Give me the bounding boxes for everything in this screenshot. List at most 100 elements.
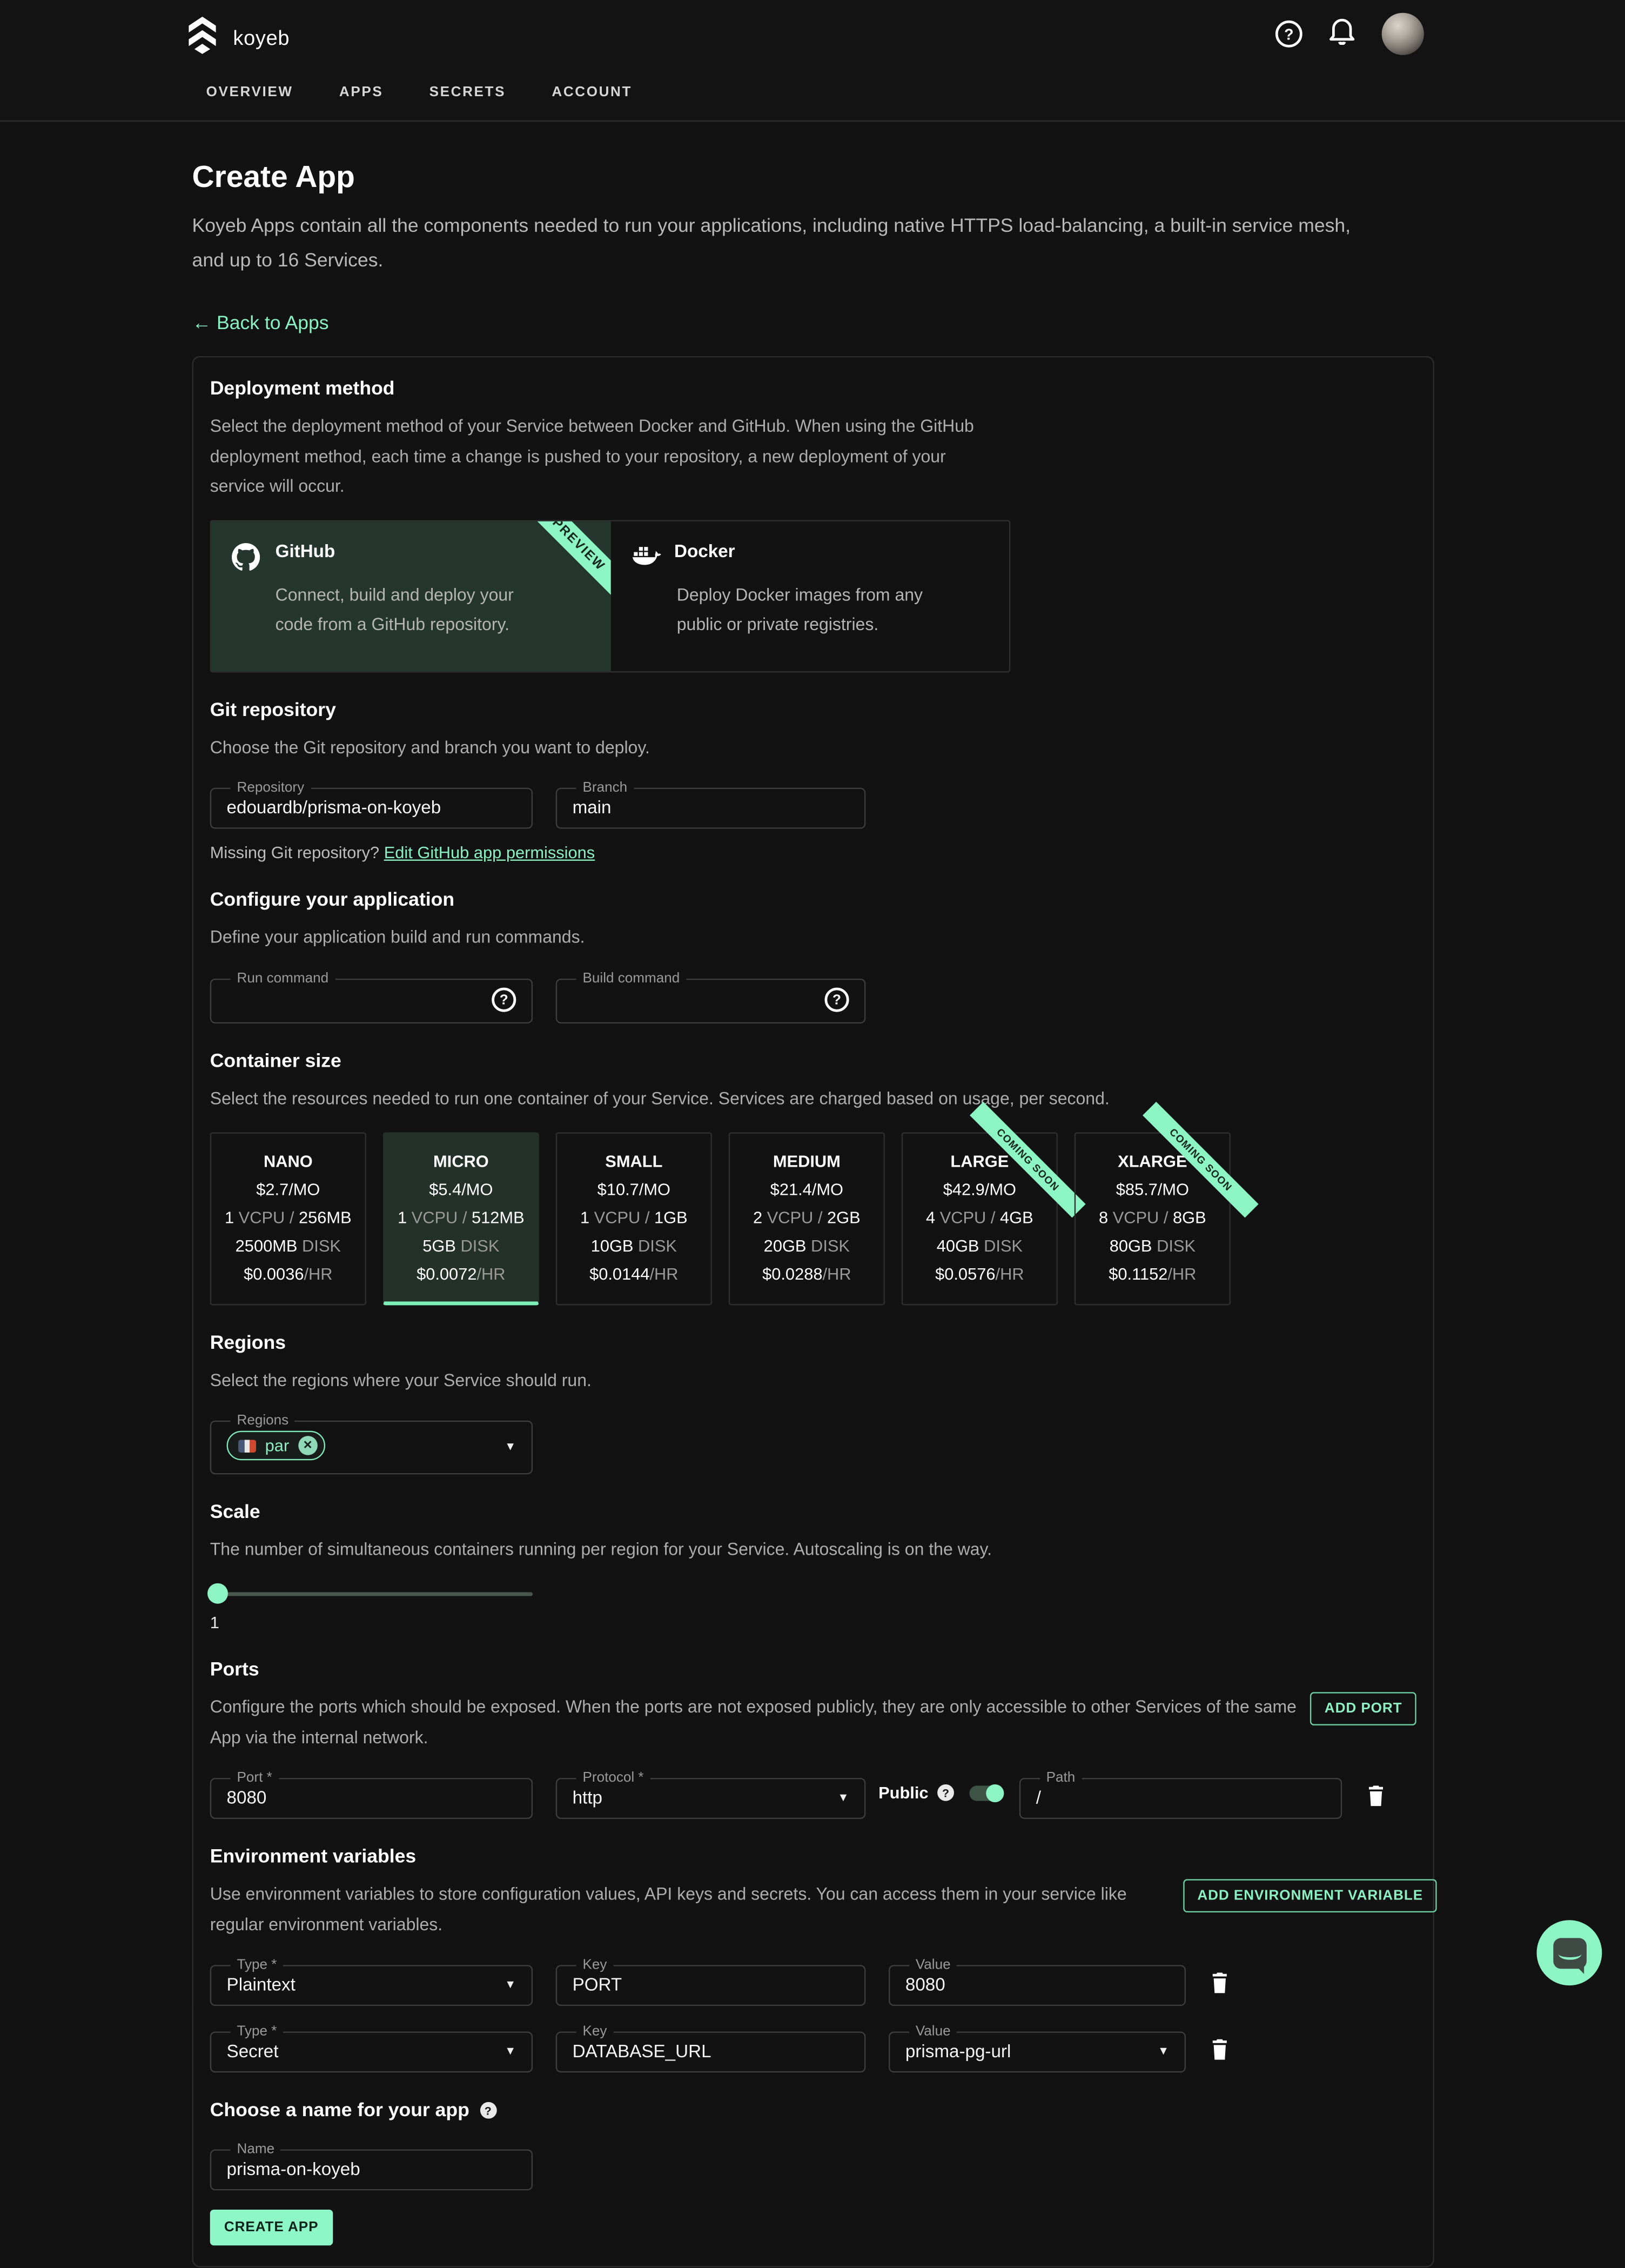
size-card-small[interactable]: SMALL $10.7/MO 1 VCPU / 1GB 10GB DISK $0… [556,1132,712,1305]
env-value-value: prisma-pg-url [905,2041,1011,2062]
build-command-help-icon[interactable]: ? [825,988,849,1012]
env-key-input[interactable] [573,1973,849,1998]
back-to-apps-link[interactable]: ← Back to Apps [192,312,329,334]
app-name-section: Choose a name for your app ? Name CREATE… [210,2100,1416,2246]
nav-item-apps[interactable]: APPS [339,84,383,99]
deployment-card-description: Connect, build and deploy your code from… [276,581,545,640]
env-key-label: Key [576,1958,614,1973]
nav-item-overview[interactable]: OVERVIEW [206,84,293,99]
slider-track[interactable] [210,1592,533,1596]
env-type-value: Secret [227,2041,279,2062]
size-rate: $0.0288/HR [730,1264,883,1283]
create-app-button[interactable]: CREATE APP [210,2210,333,2246]
size-card-micro[interactable]: MICRO $5.4/MO 1 VCPU / 512MB 5GB DISK $0… [383,1132,539,1305]
size-disk: 10GB DISK [557,1236,710,1255]
edit-github-permissions-link[interactable]: Edit GitHub app permissions [384,844,595,863]
chevron-down-icon[interactable]: ▼ [505,1978,516,1991]
size-price: $5.4/MO [384,1179,538,1199]
public-label: Public [878,1783,928,1803]
branch-label: Branch [576,780,634,795]
trash-icon [1368,1786,1385,1807]
region-chip-par[interactable]: par ✕ [227,1431,325,1461]
public-help-icon[interactable]: ? [937,1784,954,1801]
size-cpu-ram: 4 VCPU / 4GB [903,1207,1056,1227]
size-cpu-ram: 1 VCPU / 1GB [557,1207,710,1227]
size-card-nano[interactable]: NANO $2.7/MO 1 VCPU / 256MB 2500MB DISK … [210,1132,366,1305]
size-price: $21.4/MO [730,1179,883,1199]
chevron-down-icon[interactable]: ▼ [505,1440,516,1453]
delete-env-var-button[interactable] [1211,2040,1228,2064]
top-bar: koyeb ? OVERVIEW APPS SECRETS ACCOUNT [0,0,1625,122]
section-description: Choose the Git repository and branch you… [210,732,1416,762]
chevron-down-icon[interactable]: ▼ [837,1791,849,1804]
branch-input[interactable] [573,796,849,821]
section-title: Choose a name for your app [210,2100,469,2122]
app-name-input[interactable] [227,2158,516,2183]
nav-item-account[interactable]: ACCOUNT [552,84,632,99]
section-description: Select the resources needed to run one c… [210,1083,1416,1114]
path-label: Path [1040,1770,1082,1785]
protocol-field[interactable]: Protocol * http▼ [556,1770,866,1819]
delete-port-button[interactable] [1368,1786,1385,1810]
env-value-label: Value [909,1958,957,1973]
size-disk: 40GB DISK [903,1236,1056,1255]
add-environment-variable-button[interactable]: ADD ENVIRONMENT VARIABLE [1183,1879,1437,1913]
missing-repo-text: Missing Git repository? [210,844,384,863]
chevron-down-icon[interactable]: ▼ [1158,2045,1169,2058]
repository-input[interactable] [227,796,516,821]
section-title: Deployment method [210,378,1416,399]
help-icon[interactable]: ? [1275,21,1302,48]
size-cpu-ram: 1 VCPU / 256MB [211,1207,365,1227]
repository-field: Repository [210,780,533,829]
section-title: Environment variables [210,1846,1416,1868]
page-content: Create App Koyeb Apps contain all the co… [0,160,1434,2267]
size-rate: $0.0072/HR [384,1264,538,1283]
deployment-card-docker[interactable]: Docker Deploy Docker images from any pub… [610,521,1009,671]
docker-icon [630,543,659,571]
size-name: MEDIUM [730,1151,883,1170]
port-row: Port * Protocol * http▼ Public ? Path [210,1770,1416,1819]
chevron-down-icon[interactable]: ▼ [505,2045,516,2058]
delete-env-var-button[interactable] [1211,1973,1228,1997]
page-title: Create App [192,160,1434,196]
run-command-help-icon[interactable]: ? [492,988,516,1012]
brand[interactable]: koyeb [188,17,290,62]
build-command-field: Build command ? [556,971,866,1023]
env-value-field[interactable]: Value prisma-pg-url▼ [889,2024,1186,2073]
missing-repo-hint: Missing Git repository? Edit GitHub app … [210,844,1416,863]
app-name-label: Name [231,2142,281,2157]
size-rate: $0.0576/HR [903,1264,1056,1283]
app-name-help-icon[interactable]: ? [480,2103,496,2119]
port-input[interactable] [227,1786,516,1811]
deployment-method-section: Deployment method Select the deployment … [210,378,1416,672]
build-command-input[interactable] [573,989,815,1010]
remove-region-icon[interactable]: ✕ [298,1436,318,1456]
slider-thumb[interactable] [207,1583,228,1604]
section-title: Ports [210,1658,1416,1680]
public-toggle[interactable] [969,1785,1001,1800]
env-row: Type * Plaintext▼ Key Value [210,1958,1416,2006]
size-card-medium[interactable]: MEDIUM $21.4/MO 2 VCPU / 2GB 20GB DISK $… [729,1132,885,1305]
size-rate: $0.0144/HR [557,1264,710,1283]
chat-launcher-button[interactable] [1536,1920,1602,1985]
deployment-card-github[interactable]: GitHub Connect, build and deploy your co… [211,521,610,671]
run-command-label: Run command [231,971,335,986]
env-key-input[interactable] [573,2040,849,2065]
size-cpu-ram: 2 VCPU / 2GB [730,1207,883,1227]
scale-slider[interactable] [210,1583,533,1604]
france-flag-icon [238,1440,256,1453]
avatar[interactable] [1382,13,1424,55]
env-type-field[interactable]: Type * Secret▼ [210,2024,533,2073]
path-input[interactable] [1036,1786,1326,1811]
regions-field[interactable]: Regions par ✕ ▼ [210,1413,533,1475]
path-field: Path [1019,1770,1342,1819]
size-disk: 5GB DISK [384,1236,538,1255]
add-port-button[interactable]: ADD PORT [1311,1692,1416,1725]
env-type-field[interactable]: Type * Plaintext▼ [210,1958,533,2006]
bell-icon[interactable] [1329,17,1354,51]
run-command-input[interactable] [227,989,482,1010]
nav-item-secrets[interactable]: SECRETS [429,84,506,99]
env-value-input[interactable] [905,1973,1169,1998]
scale-section: Scale The number of simultaneous contain… [210,1502,1416,1632]
size-disk: 80GB DISK [1076,1236,1229,1255]
